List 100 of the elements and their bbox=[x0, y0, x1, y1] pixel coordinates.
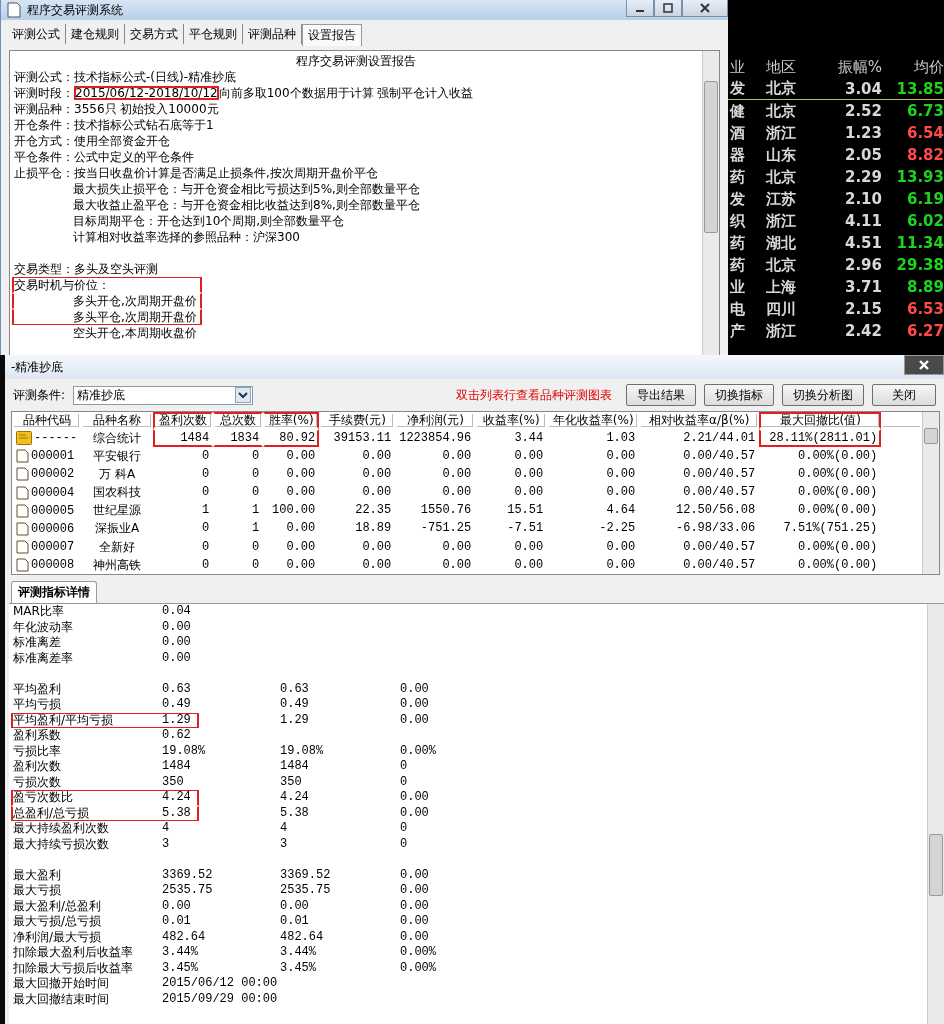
region-cell-text: 四川 bbox=[765, 299, 797, 319]
table-cell-text: 0.00 bbox=[605, 484, 637, 502]
column-header[interactable]: 净利润(元) bbox=[395, 412, 476, 429]
table-cell-text: 0.00%(0.00) bbox=[797, 538, 879, 556]
table-cell-text: 0.00 bbox=[513, 484, 545, 502]
column-header[interactable]: 品种名称 bbox=[81, 412, 154, 429]
column-header[interactable]: 最大回撤比(值) bbox=[759, 412, 882, 429]
toolbar-button[interactable]: 导出结果 bbox=[626, 384, 696, 406]
condition-dropdown[interactable]: 精准抄底 bbox=[73, 385, 254, 405]
industry-cell-text: 业 bbox=[729, 277, 746, 297]
region-cell-text: 北京 bbox=[765, 79, 797, 98]
metric-value: 0.01 bbox=[280, 914, 310, 930]
report-label: 开仓方式： bbox=[14, 134, 74, 148]
scrollbar[interactable] bbox=[922, 412, 939, 575]
report-text: 目标周期平仓：开仓达到10个周期,则全部数量平仓 bbox=[73, 214, 345, 228]
table-cell-text: 0.00 bbox=[361, 538, 393, 556]
table-cell-text: 1550.76 bbox=[419, 502, 473, 520]
page-icon bbox=[16, 521, 29, 536]
report-text: 最大收益止盈平仓：与开仓资金相比收益达到8%,则全部数量平仓 bbox=[73, 198, 420, 212]
table-cell-text: 0 bbox=[201, 556, 211, 574]
table-cell-text: 0 bbox=[201, 538, 211, 556]
metric-value: 0.00 bbox=[162, 651, 191, 666]
tab[interactable]: 建仓规则 bbox=[66, 24, 125, 44]
scrollbar[interactable] bbox=[702, 51, 719, 355]
tab[interactable]: 平仓规则 bbox=[184, 24, 243, 44]
report-text: 技术指标公式钻石底等于1 bbox=[74, 118, 214, 132]
table-cell-text: 万 科A bbox=[98, 465, 137, 483]
metric-label: 标准离差率 bbox=[13, 651, 74, 666]
price-cell-text: 6.27 bbox=[906, 322, 944, 340]
table-cell: 000001 bbox=[12, 447, 82, 466]
scrollbar[interactable] bbox=[927, 604, 944, 1024]
region-cell-text: 山东 bbox=[765, 145, 797, 165]
column-header[interactable]: 相对收益率α/β(%) bbox=[639, 412, 760, 429]
table-cell-text: 0.00 bbox=[285, 520, 317, 538]
tab[interactable]: 评测指标详情 bbox=[11, 581, 97, 604]
report-text: 多头开仓,次周期开盘价 bbox=[73, 294, 197, 308]
column-header[interactable]: 胜率(%) bbox=[263, 412, 320, 429]
page-icon bbox=[16, 540, 29, 555]
column-header[interactable]: 手续费(元) bbox=[319, 412, 396, 429]
metric-value: 0 bbox=[400, 836, 409, 853]
metric-value: 4 bbox=[162, 822, 170, 836]
table-cell: 000005 bbox=[12, 501, 82, 520]
table-cell-text: 100.00 bbox=[271, 502, 317, 520]
tab[interactable]: 评测公式 bbox=[7, 24, 66, 44]
metric-label: 总盈利/总亏损 bbox=[13, 806, 91, 821]
metric-label: 盈亏次数比 bbox=[13, 791, 74, 805]
close-button[interactable] bbox=[904, 355, 944, 375]
table-cell-text: 0.00 bbox=[513, 538, 545, 556]
scroll-thumb[interactable] bbox=[929, 834, 943, 897]
table-cell: 000006 bbox=[12, 519, 82, 539]
table-cell-text: 3.44 bbox=[513, 429, 545, 447]
metric-value: 0.00 bbox=[400, 712, 430, 729]
industry-cell-text: 药 bbox=[729, 167, 746, 187]
minimize-button[interactable] bbox=[626, 0, 654, 17]
report-label: 止损平仓： bbox=[14, 166, 74, 180]
window-title: -精准抄底 bbox=[11, 358, 64, 376]
metric-value: 3.44% bbox=[280, 945, 317, 961]
column-header: 振幅% bbox=[836, 57, 882, 77]
selected-row-line[interactable]: 发 北京 3.04 13.85 bbox=[728, 78, 944, 100]
table-cell-text: 0.00 bbox=[361, 447, 393, 465]
toolbar-button[interactable]: 切换分析图 bbox=[782, 384, 864, 406]
column-header: 均价 bbox=[913, 57, 944, 77]
table-cell-text: 0.00%(0.00) bbox=[797, 447, 879, 465]
report-label: 交易类型： bbox=[14, 262, 74, 276]
table-cell-text: 平安银行 bbox=[92, 447, 143, 465]
column-header[interactable]: 总次数 bbox=[213, 412, 264, 429]
metric-value: 2015/09/29 00:00 bbox=[162, 992, 278, 1007]
column-header[interactable]: 年化收益率(%) bbox=[547, 412, 640, 429]
table-cell-text: 0.00 bbox=[441, 484, 473, 502]
industry-cell-text: 电 bbox=[729, 299, 746, 319]
toolbar-button[interactable]: 关闭 bbox=[872, 384, 936, 406]
column-header[interactable]: 收益率(%) bbox=[475, 412, 548, 429]
report-label: 平仓条件： bbox=[14, 150, 74, 164]
table-cell-text: 0.00 bbox=[605, 465, 637, 483]
metric-value: 0.62 bbox=[162, 729, 191, 743]
table-cell: 28.11%(2811.01) bbox=[759, 429, 882, 448]
metric-label: 亏损次数 bbox=[13, 775, 62, 790]
table-cell-text: 0 bbox=[251, 465, 261, 483]
metric-label: 盈利次数 bbox=[13, 760, 62, 774]
amplitude-cell-text: 4.11 bbox=[844, 212, 882, 230]
column-header[interactable]: 盈利次数 bbox=[153, 412, 214, 429]
close-button[interactable] bbox=[682, 0, 728, 17]
amplitude-cell-text: 2.29 bbox=[844, 168, 882, 186]
scroll-thumb[interactable] bbox=[704, 81, 718, 233]
metric-value: 0.63 bbox=[162, 682, 191, 697]
toolbar-button[interactable]: 切换指标 bbox=[704, 384, 774, 406]
tab[interactable]: 交易方式 bbox=[125, 24, 184, 44]
industry-cell-text: 健 bbox=[728, 101, 746, 121]
metric-label: 最大亏损/总亏损 bbox=[13, 915, 103, 929]
maximize-button[interactable] bbox=[654, 0, 682, 17]
maximize-icon bbox=[662, 3, 674, 13]
tab[interactable]: 设置报告 bbox=[302, 24, 362, 46]
scroll-thumb[interactable] bbox=[924, 428, 938, 444]
table-cell-text: 0 bbox=[201, 447, 211, 465]
metric-label: 平均盈利 bbox=[13, 682, 62, 697]
metric-label: 最大亏损 bbox=[13, 884, 62, 898]
column-header[interactable]: 品种代码 bbox=[12, 412, 82, 429]
table-cell-text: 0.00 bbox=[605, 447, 637, 465]
table-cell-text: 0.00 bbox=[361, 484, 393, 502]
table-cell-text: 7.51%(751.25) bbox=[782, 520, 879, 538]
